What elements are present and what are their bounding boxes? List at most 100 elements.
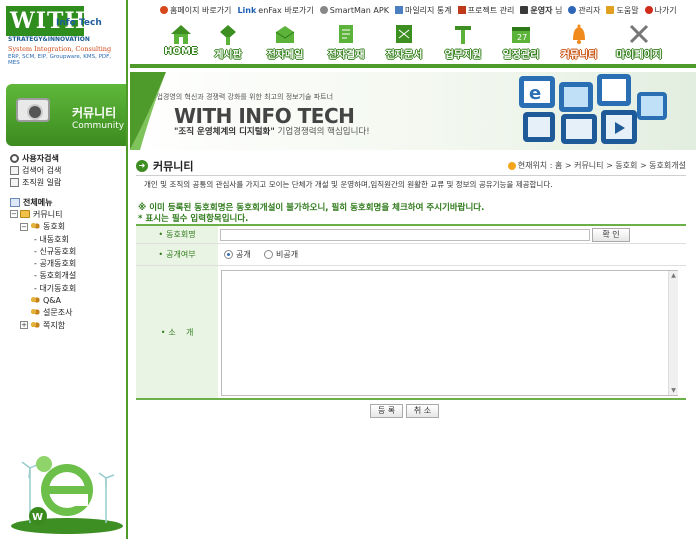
community-bell-icon (573, 24, 585, 44)
public-radio[interactable] (224, 250, 233, 259)
tree-item-community[interactable]: − 커뮤니티 (10, 208, 126, 220)
top-link-label: 나가기 (654, 5, 677, 15)
menu-document[interactable]: 전자문서 (378, 20, 430, 64)
register-button[interactable]: 등 록 (370, 404, 403, 418)
breadcrumb-text: 현재위치 : 홈 > 커뮤니티 > 동호회 > 동호회개설 (517, 161, 686, 170)
search-icon (10, 153, 19, 163)
folder-icon (20, 210, 30, 219)
help-icon (606, 6, 615, 14)
menu-label: 전자메일 (266, 50, 304, 61)
tools-icon (629, 24, 649, 44)
menu-community[interactable]: 커뮤니티 (553, 20, 605, 64)
menu-board[interactable]: 게시판 (202, 20, 254, 64)
main-content: ➜ 커뮤니티 현재위치 : 홈 > 커뮤니티 > 동호회 > 동호회개설 개인 … (136, 152, 692, 539)
smartman-link[interactable]: SmartMan APK (319, 6, 389, 15)
menu-mypage[interactable]: 마이페이지 (613, 20, 665, 64)
intro-textarea[interactable] (221, 270, 678, 396)
club-name-label: • 동호회명 (136, 226, 218, 243)
home-house-icon (171, 25, 191, 44)
tree-label: 공개동호회 (39, 259, 77, 269)
page-title: 커뮤니티 (153, 160, 194, 173)
menu-label: 게시판 (214, 50, 242, 61)
tree-label: 신규동호회 (39, 246, 77, 256)
enfax-link[interactable]: Link enFax 바로가기 (237, 5, 313, 16)
fax-icon: Link (237, 5, 257, 15)
club-name-input[interactable] (220, 229, 590, 241)
eco-e-illustration-icon: W (11, 456, 123, 534)
tree-item-message[interactable]: + 쪽지함 (10, 319, 126, 331)
user-icon (520, 6, 529, 14)
form-buttons: 등 록 취 소 (370, 404, 439, 418)
tree-label: 내동호회 (39, 234, 69, 244)
collapse-toggle[interactable]: − (20, 222, 28, 231)
check-name-button[interactable]: 확 인 (592, 228, 630, 242)
public-option-label: 공개 (236, 250, 251, 259)
title-divider (136, 175, 686, 176)
tree-item-qna[interactable]: Q&A (10, 294, 126, 306)
banner-subtitle: Community (72, 121, 125, 131)
quick-keyword-search[interactable]: 검색어 검색 (10, 164, 126, 176)
club-create-form: • 동호회명 확 인 • 공개여부 공개 비공개 • 소 개 ▲ ▼ (136, 224, 686, 400)
cancel-button[interactable]: 취 소 (406, 404, 439, 418)
form-row-name: • 동호회명 확 인 (136, 226, 686, 244)
tree-item-open-club[interactable]: - 동호회개설 (10, 270, 126, 282)
tree-label: 동호회개설 (39, 271, 77, 281)
menu-home[interactable]: HOME (155, 20, 207, 64)
project-link[interactable]: 프로젝트 관리 (457, 5, 515, 16)
menu-mail[interactable]: 전자메일 (259, 20, 311, 64)
menu-divider (130, 64, 696, 68)
tree-item-pending-club[interactable]: - 대기동호회 (10, 282, 126, 294)
scroll-up-icon[interactable]: ▲ (670, 272, 677, 279)
tree-label: 쪽지함 (43, 320, 66, 330)
tree-item-public-club[interactable]: - 공개동호회 (10, 257, 126, 269)
logo-products: ERP, SCM, EIP, Groupware, KMS, PDF, MES (8, 54, 112, 66)
quick-label: 검색어 검색 (22, 165, 62, 175)
private-radio[interactable] (264, 250, 273, 259)
tree-item-club[interactable]: − 동호회 (10, 221, 126, 233)
quick-label: 조직원 일람 (22, 177, 62, 187)
chart-icon (394, 6, 403, 14)
logo-strategy: STRATEGY&INNOVATION (8, 36, 90, 43)
people-icon (30, 296, 40, 306)
tree-item-my-club[interactable]: - 내동호회 (10, 233, 126, 245)
top-link-label: 프로젝트 관리 (467, 5, 515, 15)
menu-approval[interactable]: 전자결재 (320, 20, 372, 64)
scroll-down-icon[interactable]: ▼ (670, 387, 677, 394)
homepage-link[interactable]: 홈페이지 바로가기 (160, 5, 231, 16)
tree-root[interactable]: 전체메뉴 (10, 196, 126, 208)
tree-item-survey[interactable]: 설문조사 (10, 307, 126, 319)
menu-label: 업무지원 (444, 50, 482, 61)
svg-text:27: 27 (517, 33, 527, 42)
menu-label: 일정관리 (502, 50, 540, 61)
people-icon (30, 308, 40, 318)
company-logo[interactable]: WITH Info Tech STRATEGY&INNOVATION Syste… (4, 4, 124, 66)
tree-label: 커뮤니티 (33, 209, 63, 219)
admin-link[interactable]: 관리자 (568, 5, 600, 16)
quick-org-list[interactable]: 조직원 일람 (10, 176, 126, 188)
tree-item-new-club[interactable]: - 신규동호회 (10, 245, 126, 257)
calendar-icon: 27 (512, 27, 530, 43)
tree-label: 동호회 (43, 222, 66, 232)
form-row-intro: • 소 개 ▲ ▼ (136, 266, 686, 400)
user-name: 운영자 (530, 5, 553, 15)
top-link-label: 관리자 (578, 5, 601, 15)
people-icon (30, 320, 40, 330)
main-menu: HOME 게시판 전자메일 전자결재 전자문서 업무지원 27 일정관리 커뮤니… (155, 20, 695, 64)
approval-icon (339, 25, 353, 43)
tree-root-label: 전체메뉴 (23, 197, 53, 207)
menu-support[interactable]: 업무지원 (437, 20, 489, 64)
logout-link[interactable]: 나가기 (644, 5, 677, 16)
intro-label: • 소 개 (136, 266, 218, 398)
collapse-toggle[interactable]: − (10, 210, 18, 219)
left-sidebar: WITH Info Tech STRATEGY&INNOVATION Syste… (0, 0, 128, 539)
help-link[interactable]: 도움말 (606, 5, 639, 16)
intro-scrollbar[interactable]: ▲ ▼ (668, 271, 678, 395)
quick-user-search[interactable]: 사용자검색 (10, 152, 126, 164)
user-suffix: 님 (555, 5, 563, 15)
tree-label: Q&A (43, 296, 62, 306)
menu-label: 커뮤니티 (560, 50, 598, 61)
mileage-link[interactable]: 마일리지 통계 (394, 5, 452, 16)
expand-toggle[interactable]: + (20, 321, 28, 330)
smartman-icon (319, 6, 328, 14)
menu-calendar[interactable]: 27 일정관리 (495, 20, 547, 64)
